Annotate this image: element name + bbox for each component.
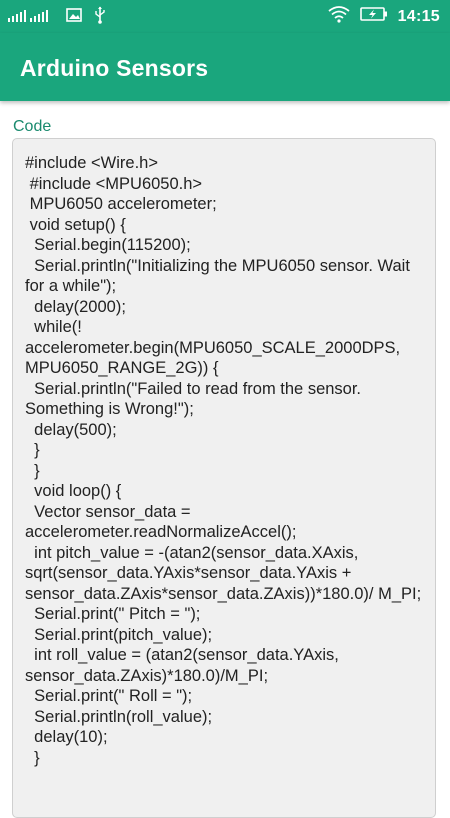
signal-icon — [8, 7, 54, 28]
image-icon — [66, 8, 82, 27]
battery-charging-icon — [359, 6, 388, 27]
code-section-label: Code — [13, 118, 52, 135]
status-right-icons: 14:15 — [328, 5, 440, 28]
code-text[interactable]: #include <Wire.h> #include <MPU6050.h> M… — [25, 153, 427, 768]
app-bar: Arduino Sensors — [0, 33, 450, 101]
code-editor[interactable]: #include <Wire.h> #include <MPU6050.h> M… — [12, 138, 436, 818]
status-bar: 14:15 — [0, 0, 450, 33]
wifi-icon — [328, 5, 350, 28]
status-left-icons — [8, 6, 106, 29]
status-clock: 14:15 — [397, 7, 440, 25]
app-title: Arduino Sensors — [20, 55, 209, 81]
usb-icon — [94, 6, 106, 29]
